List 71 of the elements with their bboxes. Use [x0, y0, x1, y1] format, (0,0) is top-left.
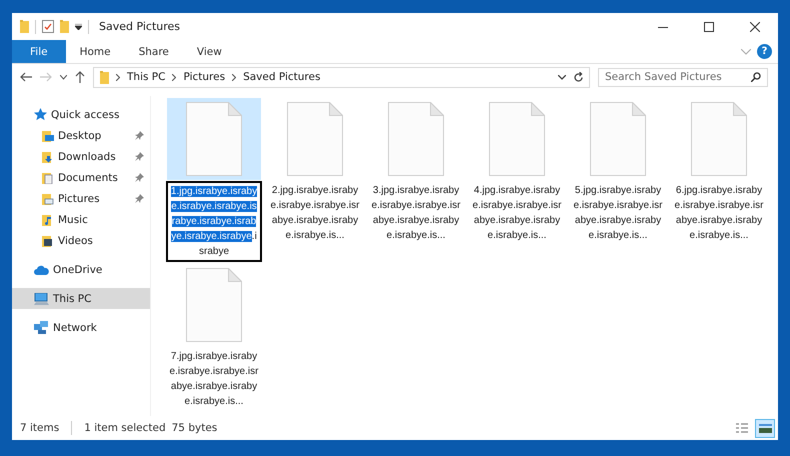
breadcrumb[interactable]: Saved Pictures [243, 71, 320, 83]
new-folder-icon [60, 20, 69, 33]
file-name: 6.jpg.israbye.israbye.israbye.israbye.israbye.israbye.israbye.israbye.is... [674, 184, 764, 243]
window-title: Saved Pictures [99, 20, 180, 33]
nav-item[interactable]: Desktop [12, 125, 150, 146]
nav-item[interactable]: Documents [12, 167, 150, 188]
computer-icon [34, 292, 49, 304]
file-icon [186, 102, 242, 176]
file-icon [287, 102, 343, 176]
chevron-right-icon[interactable] [172, 74, 176, 80]
document-folder-icon [42, 172, 54, 184]
file-name: 3.jpg.israbye.israbye.israbye.israbye.israbye.israbye.israbye.israbye.is... [370, 184, 462, 243]
selection-count: 1 item selected [84, 422, 166, 434]
dropdown-icon[interactable] [558, 74, 566, 80]
file-name: 2.jpg.israbye.israbye.israbye.israbye.israbye.israbye.israbye.israbye.is... [270, 184, 360, 243]
nav-item[interactable]: Music [12, 209, 150, 230]
ribbon-tab[interactable]: Home [66, 40, 125, 63]
item-count: 7 items [20, 422, 60, 434]
pin-icon[interactable] [135, 131, 144, 140]
breadcrumb[interactable]: Pictures [183, 71, 226, 83]
folder-icon [20, 20, 29, 33]
breadcrumb[interactable]: This PC [127, 71, 166, 83]
nav-item[interactable]: Quick access [12, 104, 150, 125]
refresh-icon[interactable] [573, 72, 584, 82]
nav-item[interactable]: Downloads [12, 146, 150, 167]
pin-icon[interactable] [135, 194, 144, 203]
file-icon [388, 102, 444, 176]
video-folder-icon [42, 234, 54, 246]
pin-icon[interactable] [135, 173, 144, 182]
large-icons-view-button[interactable] [755, 418, 775, 438]
download-folder-icon [42, 150, 54, 162]
nav-item[interactable]: OneDrive [12, 259, 150, 280]
details-list-icon[interactable] [736, 422, 748, 434]
nav-item[interactable]: Videos [12, 230, 150, 251]
file-icon [186, 268, 242, 342]
properties-icon[interactable] [42, 20, 54, 33]
up-icon[interactable] [75, 71, 85, 83]
rename-field[interactable]: 1.jpg.israbye.israbye.israbye.israbye.israbye.israbye.israbye.israbye.israbye.israbye [166, 181, 262, 262]
nav-item[interactable]: Pictures [12, 188, 150, 209]
music-folder-icon [42, 214, 54, 226]
search-icon[interactable] [751, 72, 761, 82]
folder-icon [100, 70, 109, 84]
file-icon [590, 102, 646, 176]
file-menu[interactable]: File [12, 40, 66, 63]
ribbon-tab[interactable]: Share [124, 40, 183, 63]
back-icon[interactable] [20, 72, 32, 82]
network-icon [34, 321, 49, 334]
large-picture-icon[interactable] [758, 424, 772, 432]
ribbon-tab[interactable]: View [182, 40, 236, 63]
file-name: 7.jpg.israbye.israbye.israbye.israbye.israbye.israbye.israbye.israbye.is... [168, 350, 260, 409]
nav-item[interactable]: Network [12, 317, 150, 338]
desktop-folder-icon [42, 130, 54, 142]
help-button[interactable]: ? [757, 44, 772, 59]
chevron-icon[interactable] [60, 74, 67, 80]
selection-size: 75 bytes [172, 422, 218, 434]
file-icon [489, 102, 545, 176]
picture-folder-icon [42, 192, 54, 204]
search-field[interactable]: Search Saved Pictures [598, 68, 768, 86]
file-name: 5.jpg.israbye.israbye.israbye.israbye.israbye.israbye.israbye.israbye.is... [572, 184, 664, 243]
file-name: 4.jpg.israbye.israbye.israbye.israbye.israbye.israbye.israbye.israbye.is... [472, 184, 562, 243]
nav-item[interactable]: This PC [12, 288, 150, 309]
close-icon[interactable] [750, 22, 760, 32]
file-icon [691, 102, 747, 176]
cloud-icon [34, 264, 49, 274]
pin-icon[interactable] [135, 152, 144, 161]
address-bar[interactable]: This PC Pictures Saved Pictures [93, 66, 590, 88]
maximize-icon[interactable] [704, 22, 714, 32]
chevron-right-icon[interactable] [232, 74, 236, 80]
chevron-right-icon[interactable] [116, 74, 120, 80]
caret-icon[interactable] [75, 24, 82, 30]
star-icon [34, 108, 47, 121]
